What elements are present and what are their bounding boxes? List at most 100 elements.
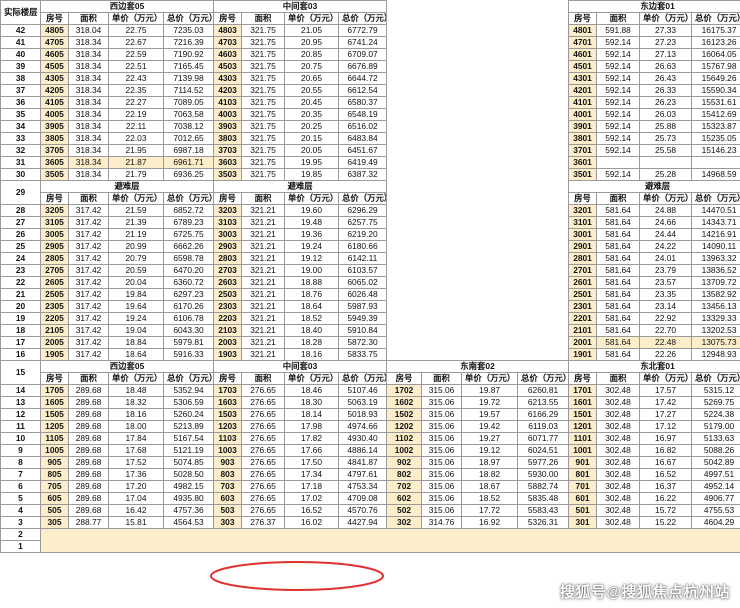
room-number: 1903 [213, 348, 243, 361]
area-value: 592.14 [596, 144, 641, 157]
room-number: 3203 [213, 204, 243, 217]
room-number: 2501 [568, 288, 598, 301]
table-row: 16 1905 317.42 18.64 5916.33 1903 321.21 18.16 5… [0, 348, 740, 361]
unit-price-value: 17.04 [108, 492, 164, 505]
total-price-value: 5583.43 [517, 504, 570, 517]
room-number: 903 [213, 456, 243, 469]
area-value: 302.48 [596, 504, 641, 517]
floor-number: 27 [0, 216, 41, 229]
total-price-value: 6387.32 [338, 168, 388, 181]
area-value: 302.48 [596, 516, 641, 529]
room-number: 501 [568, 504, 598, 517]
column-header-row: 房号面积单价（万元）总价（万元）房号面积单价（万元）总价（万元）房号面积单价（万… [1, 192, 740, 205]
area-value [596, 156, 641, 169]
area-value: 276.65 [241, 384, 286, 397]
floor-number: 22 [0, 276, 41, 289]
unit-price-value: 21.87 [108, 156, 164, 169]
table-row: 35 4005 318.34 22.19 7063.58 4003 321.75 20.35 6… [0, 108, 740, 121]
area-value: 321.21 [241, 288, 286, 301]
section-title-row: 15 西边套05 中间套03 东南套02 东北套01 [0, 360, 740, 385]
total-price-value: 4906.77 [691, 492, 740, 505]
unit-price-value: 15.22 [639, 516, 693, 529]
total-price-value: 6662.26 [162, 240, 215, 253]
unit-price-value: 19.04 [108, 324, 164, 337]
floor-number: 26 [0, 228, 41, 241]
total-price-value: 6166.29 [517, 408, 570, 421]
unit-price-value: 22.67 [108, 36, 164, 49]
area-value: 276.37 [241, 516, 286, 529]
total-price-value: 5224.38 [691, 408, 740, 421]
area-value: 321.75 [241, 96, 286, 109]
area-value: 592.14 [596, 132, 641, 145]
area-value: 289.68 [68, 444, 109, 457]
area-value: 321.21 [241, 228, 286, 241]
total-price-value: 12948.93 [691, 348, 740, 361]
area-value: 592.14 [596, 108, 641, 121]
area-value: 318.34 [68, 132, 109, 145]
floor-number: 32 [0, 144, 41, 157]
area-value: 315.06 [421, 384, 463, 397]
total-price-value: 14470.51 [691, 204, 740, 217]
room-number: 1703 [213, 384, 243, 397]
area-value: 302.48 [596, 384, 641, 397]
column-header-room: 房号 [213, 192, 243, 205]
unit-price-value: 19.64 [108, 300, 164, 313]
unit-price-value: 21.39 [108, 216, 164, 229]
total-price-value: 5315.12 [691, 384, 740, 397]
column-header-room: 房号 [40, 372, 69, 385]
room-number: 702 [386, 480, 423, 493]
total-price-value: 4757.36 [162, 504, 215, 517]
room-number: 3605 [40, 156, 69, 169]
highlight-circle [210, 561, 384, 591]
unit-price-value: 19.85 [284, 168, 340, 181]
area-value: 314.76 [421, 516, 463, 529]
area-value: 318.34 [68, 36, 109, 49]
room-number: 1705 [40, 384, 69, 397]
area-value: 276.65 [241, 420, 286, 433]
room-number: 2203 [213, 312, 243, 325]
unit-price-value: 25.73 [639, 132, 693, 145]
area-value: 581.64 [596, 312, 641, 325]
total-price-value: 4982.15 [162, 480, 215, 493]
room-number: 3705 [40, 144, 69, 157]
unit-price-value: 26.23 [639, 96, 693, 109]
room-number: 3901 [568, 120, 598, 133]
unit-price-value: 16.22 [639, 492, 693, 505]
room-number: 1101 [568, 432, 598, 445]
total-price-value: 13329.33 [691, 312, 740, 325]
floor-number: 8 [0, 456, 41, 469]
area-value: 288.77 [68, 516, 109, 529]
area-value: 315.06 [421, 468, 463, 481]
total-price-value: 5028.50 [162, 468, 215, 481]
table-row: 40 4605 318.34 22.59 7190.92 4603 321.75 20.85 6… [0, 48, 740, 61]
room-number: 3005 [40, 228, 69, 241]
area-value: 317.42 [68, 300, 109, 313]
unit-price-value: 20.25 [284, 120, 340, 133]
room-number: 3201 [568, 204, 598, 217]
group-title: 中间套03 [213, 360, 388, 373]
unit-price-value: 20.95 [284, 36, 340, 49]
area-value: 321.21 [241, 252, 286, 265]
column-header-area: 面积 [68, 372, 109, 385]
area-value: 591.88 [596, 24, 641, 37]
room-number: 1503 [213, 408, 243, 421]
area-value: 318.34 [68, 84, 109, 97]
total-price-value: 4564.53 [162, 516, 215, 529]
room-number: 705 [40, 480, 69, 493]
unit-price-value: 20.55 [284, 84, 340, 97]
area-value: 592.14 [596, 96, 641, 109]
group-title [387, 181, 569, 361]
column-header-unit-price: 单价（万元） [461, 372, 519, 385]
unit-price-value: 22.75 [108, 24, 164, 37]
unit-price-value: 20.05 [284, 144, 340, 157]
total-price-value: 13075.73 [691, 336, 740, 349]
unit-price-value: 16.52 [284, 504, 340, 517]
room-number: 1002 [386, 444, 423, 457]
area-value: 321.21 [241, 324, 286, 337]
area-value: 302.48 [596, 396, 641, 409]
total-price-value: 15146.23 [691, 144, 740, 157]
room-number: 2701 [568, 264, 598, 277]
group-title: 东边套01 [568, 0, 740, 13]
total-price-value: 7012.65 [162, 132, 215, 145]
room-number: 4103 [213, 96, 243, 109]
